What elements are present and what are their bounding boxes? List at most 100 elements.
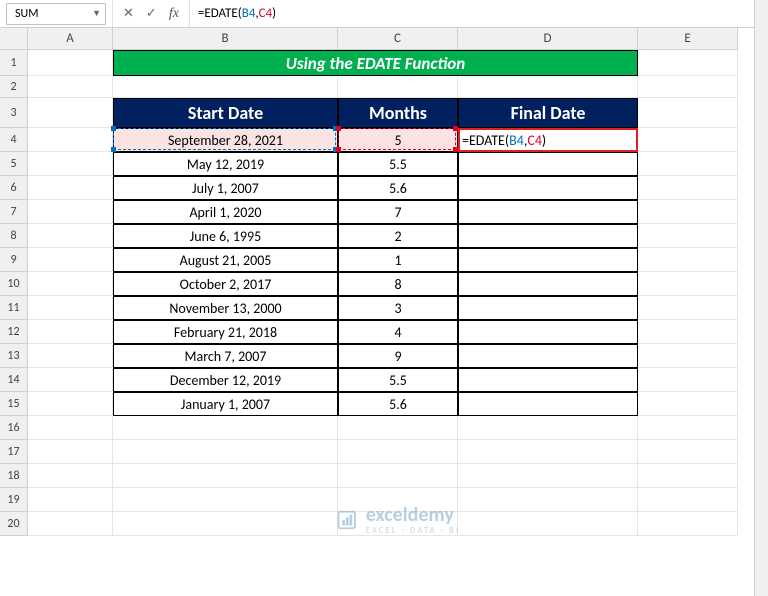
cell-E17[interactable]	[638, 440, 738, 464]
cell-C7[interactable]: 7	[338, 200, 458, 224]
column-header-b[interactable]: B	[113, 28, 338, 50]
cell-A7[interactable]	[28, 200, 113, 224]
cell-B18[interactable]	[113, 464, 338, 488]
cell-E16[interactable]	[638, 416, 738, 440]
cell-B7[interactable]: April 1, 2020	[113, 200, 338, 224]
cell-A6[interactable]	[28, 176, 113, 200]
cell-A3[interactable]	[28, 98, 113, 128]
cell-D9[interactable]	[458, 248, 638, 272]
cell-A12[interactable]	[28, 320, 113, 344]
cell-C12[interactable]: 4	[338, 320, 458, 344]
cell-A16[interactable]	[28, 416, 113, 440]
cell-B16[interactable]	[113, 416, 338, 440]
cell-C9[interactable]: 1	[338, 248, 458, 272]
cell-D11[interactable]	[458, 296, 638, 320]
cells-area[interactable]: Using the EDATE FunctionStart DateMonths…	[28, 50, 768, 536]
cell-E11[interactable]	[638, 296, 738, 320]
cell-A19[interactable]	[28, 488, 113, 512]
row-header-3[interactable]: 3	[0, 98, 28, 128]
cell-E9[interactable]	[638, 248, 738, 272]
cell-E14[interactable]	[638, 368, 738, 392]
cell-B15[interactable]: January 1, 2007	[113, 392, 338, 416]
row-header-17[interactable]: 17	[0, 440, 28, 464]
cell-B17[interactable]	[113, 440, 338, 464]
cell-B19[interactable]	[113, 488, 338, 512]
cell-C13[interactable]: 9	[338, 344, 458, 368]
cell-D6[interactable]	[458, 176, 638, 200]
cell-C3[interactable]: Months	[338, 98, 458, 128]
cell-A15[interactable]	[28, 392, 113, 416]
cell-E8[interactable]	[638, 224, 738, 248]
cell-D19[interactable]	[458, 488, 638, 512]
cell-C16[interactable]	[338, 416, 458, 440]
cell-B13[interactable]: March 7, 2007	[113, 344, 338, 368]
row-header-19[interactable]: 19	[0, 488, 28, 512]
cell-B10[interactable]: October 2, 2017	[113, 272, 338, 296]
scrollbar-vertical[interactable]	[754, 0, 768, 596]
cell-E6[interactable]	[638, 176, 738, 200]
cell-A10[interactable]	[28, 272, 113, 296]
row-header-11[interactable]: 11	[0, 296, 28, 320]
cell-C2[interactable]	[338, 76, 458, 98]
cell-E3[interactable]	[638, 98, 738, 128]
cell-A8[interactable]	[28, 224, 113, 248]
cell-B5[interactable]: May 12, 2019	[113, 152, 338, 176]
cell-D20[interactable]	[458, 512, 638, 536]
cell-C10[interactable]: 8	[338, 272, 458, 296]
cell-E12[interactable]	[638, 320, 738, 344]
cell-E5[interactable]	[638, 152, 738, 176]
cell-C17[interactable]	[338, 440, 458, 464]
row-header-14[interactable]: 14	[0, 368, 28, 392]
row-header-16[interactable]: 16	[0, 416, 28, 440]
row-header-10[interactable]: 10	[0, 272, 28, 296]
row-header-1[interactable]: 1	[0, 50, 28, 76]
cell-E13[interactable]	[638, 344, 738, 368]
cell-A18[interactable]	[28, 464, 113, 488]
cell-E18[interactable]	[638, 464, 738, 488]
cell-B9[interactable]: August 21, 2005	[113, 248, 338, 272]
cell-C14[interactable]: 5.5	[338, 368, 458, 392]
row-header-4[interactable]: 4	[0, 128, 28, 152]
cell-B8[interactable]: June 6, 1995	[113, 224, 338, 248]
cell-A13[interactable]	[28, 344, 113, 368]
cell-B3[interactable]: Start Date	[113, 98, 338, 128]
cell-D15[interactable]	[458, 392, 638, 416]
cell-C4[interactable]: 5	[338, 128, 458, 152]
enter-icon[interactable]: ✓	[146, 6, 157, 21]
cell-A14[interactable]	[28, 368, 113, 392]
cell-C5[interactable]: 5.5	[338, 152, 458, 176]
cell-D12[interactable]	[458, 320, 638, 344]
cell-D14[interactable]	[458, 368, 638, 392]
cell-D10[interactable]	[458, 272, 638, 296]
name-box[interactable]: SUM ▼	[6, 3, 106, 25]
row-header-9[interactable]: 9	[0, 248, 28, 272]
cancel-icon[interactable]: ✕	[123, 6, 134, 21]
cell-E1[interactable]	[638, 50, 738, 76]
row-header-7[interactable]: 7	[0, 200, 28, 224]
cell-D2[interactable]	[458, 76, 638, 98]
cell-B12[interactable]: February 21, 2018	[113, 320, 338, 344]
cell-B14[interactable]: December 12, 2019	[113, 368, 338, 392]
row-header-8[interactable]: 8	[0, 224, 28, 248]
row-header-6[interactable]: 6	[0, 176, 28, 200]
fx-icon[interactable]: fx	[169, 6, 179, 22]
select-all-corner[interactable]	[0, 28, 28, 50]
cell-E20[interactable]	[638, 512, 738, 536]
row-header-13[interactable]: 13	[0, 344, 28, 368]
cell-C18[interactable]	[338, 464, 458, 488]
row-header-12[interactable]: 12	[0, 320, 28, 344]
cell-D4[interactable]: =EDATE(B4,C4)	[458, 128, 638, 152]
cell-A20[interactable]	[28, 512, 113, 536]
formula-input[interactable]: =EDATE(B4,C4)	[190, 6, 768, 21]
cell-D18[interactable]	[458, 464, 638, 488]
cell-D3[interactable]: Final Date	[458, 98, 638, 128]
cell-A11[interactable]	[28, 296, 113, 320]
cell-A2[interactable]	[28, 76, 113, 98]
column-header-a[interactable]: A	[28, 28, 113, 50]
row-header-18[interactable]: 18	[0, 464, 28, 488]
cell-D16[interactable]	[458, 416, 638, 440]
cell-D17[interactable]	[458, 440, 638, 464]
cell-C11[interactable]: 3	[338, 296, 458, 320]
cell-D7[interactable]	[458, 200, 638, 224]
cell-A17[interactable]	[28, 440, 113, 464]
